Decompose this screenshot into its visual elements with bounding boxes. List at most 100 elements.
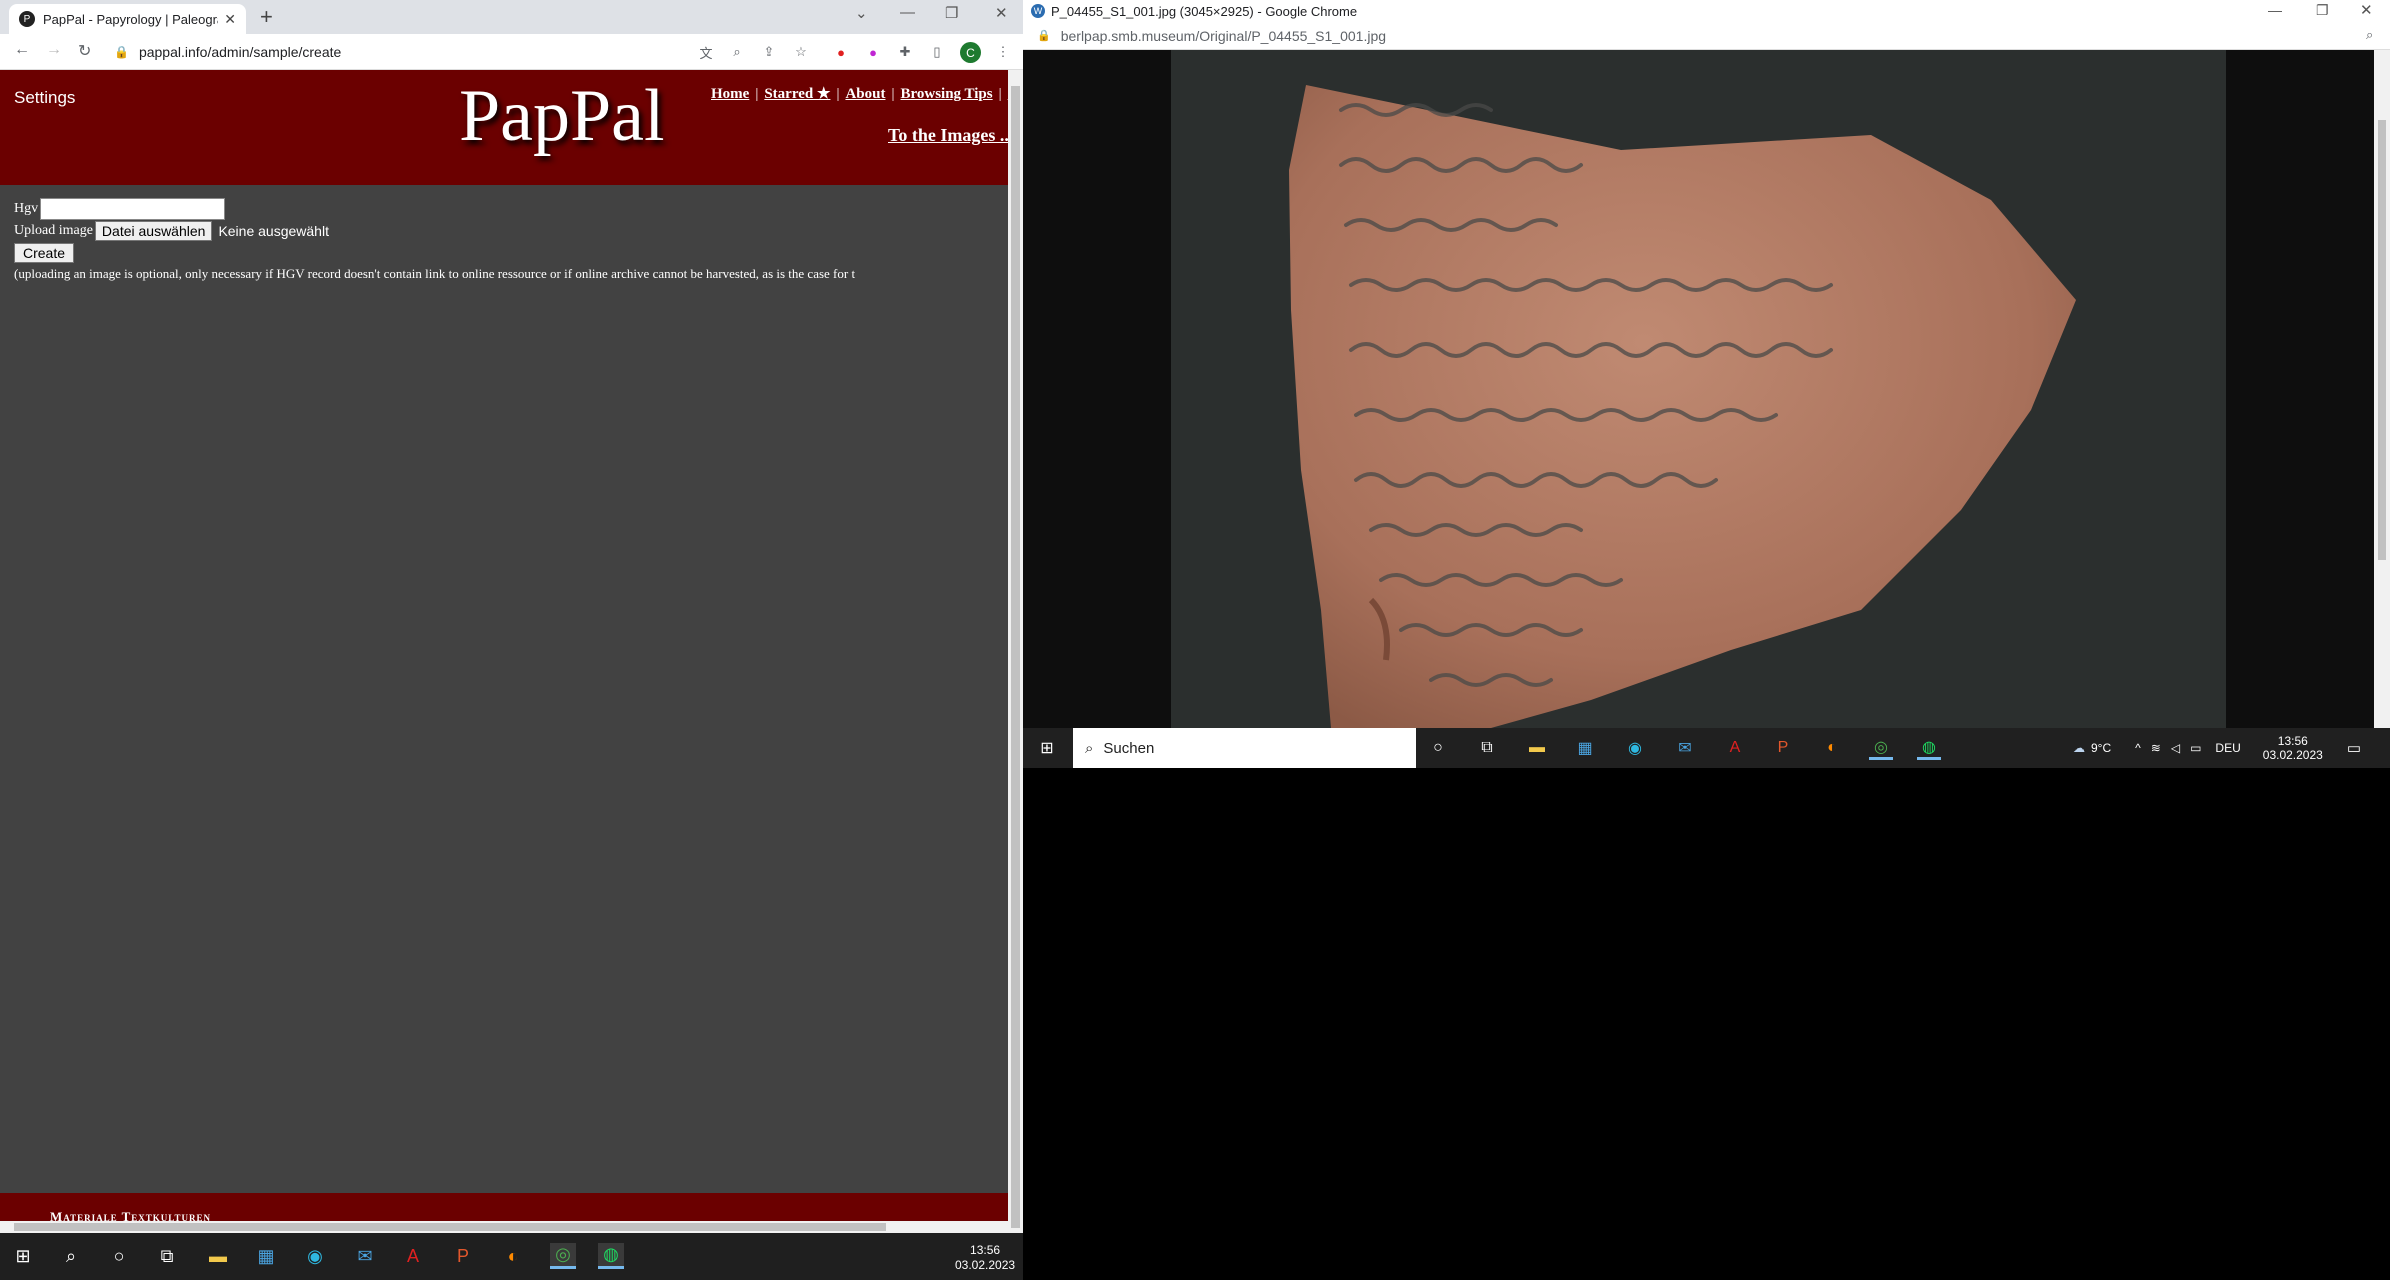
- close-tab-icon[interactable]: ✕: [224, 11, 236, 28]
- edge-icon[interactable]: ◉: [1623, 736, 1647, 760]
- choose-file-button[interactable]: Datei auswählen: [94, 221, 213, 241]
- windows-start-icon[interactable]: ⊞: [10, 1243, 36, 1269]
- task-view-icon[interactable]: ⧉: [154, 1243, 180, 1269]
- taskbar-time: 13:56: [970, 1243, 1001, 1257]
- nav-starred[interactable]: Starred ★: [764, 86, 830, 102]
- spotify-icon[interactable]: ◍: [1917, 736, 1941, 760]
- top-navigation: Home|Starred ★|About|Browsing Tips|C: [711, 84, 1018, 103]
- ostracon-svg: [1171, 50, 2226, 728]
- new-tab-icon[interactable]: +: [260, 4, 273, 30]
- mail-icon[interactable]: ✉: [1673, 736, 1697, 760]
- extensions-puzzle-icon[interactable]: ✚: [896, 43, 914, 61]
- secondary-taskbar: ⊞ ⌕ Suchen ○ ⧉ ▬ ▦ ◉ ✉ A P ◐ ◎ ◍ ☁ 9°C ^…: [1023, 728, 2390, 768]
- address-bar[interactable]: 🔒 pappal.info/admin/sample/create: [114, 39, 714, 65]
- tab-strip: P PapPal - Papyrology | Paleograph ✕ + ⌄…: [0, 0, 1023, 34]
- clock-time: 13:56: [2277, 734, 2308, 748]
- create-sample-form: Hgv Upload image Datei auswählen Keine a…: [14, 198, 855, 282]
- side-panel-icon[interactable]: ▯: [928, 43, 946, 61]
- main-taskbar: ⊞ ⌕ ○ ⧉ ▬ ▦ ◉ ✉ A P ◐ ◎ ◍ 13:56 03.02.20…: [0, 1233, 1023, 1280]
- vertical-scrollbar[interactable]: [1008, 70, 1023, 1233]
- acrobat-icon[interactable]: A: [400, 1243, 426, 1269]
- pappal-favicon-icon: P: [19, 11, 35, 27]
- search-icon[interactable]: ⌕: [58, 1243, 84, 1269]
- task-view-icon[interactable]: ⧉: [1475, 736, 1499, 760]
- restore-icon[interactable]: ❐: [2316, 2, 2329, 19]
- right-address-bar[interactable]: 🔒 berlpap.smb.museum/Original/P_04455_S1…: [1023, 22, 2390, 50]
- extension-red-icon[interactable]: ●: [832, 43, 850, 61]
- taskbar-date: 03.02.2023: [955, 1258, 1016, 1272]
- vertical-scroll-thumb[interactable]: [1011, 86, 1020, 1228]
- weather-temperature[interactable]: 9°C: [2091, 741, 2111, 755]
- minimize-icon[interactable]: —: [900, 4, 915, 21]
- minimize-icon[interactable]: —: [2268, 2, 2282, 18]
- to-the-images-link[interactable]: To the Images ...: [888, 125, 1013, 146]
- file-explorer-icon[interactable]: ▬: [1525, 736, 1549, 760]
- file-explorer-icon[interactable]: ▬: [205, 1243, 231, 1269]
- horizontal-scrollbar[interactable]: [0, 1221, 1008, 1233]
- create-button[interactable]: Create: [14, 243, 75, 263]
- system-tray: ☁ 9°C ^ ≋ ◁ ▭ DEU 13:56 03.02.2023 ▭: [2073, 728, 2361, 768]
- close-window-icon[interactable]: ✕: [2360, 1, 2373, 19]
- nav-about[interactable]: About: [845, 86, 885, 102]
- browser-toolbar: ← → ↻ 🔒 pappal.info/admin/sample/create …: [0, 34, 1023, 70]
- horizontal-scroll-thumb[interactable]: [14, 1223, 886, 1231]
- cortana-icon[interactable]: ○: [1426, 736, 1450, 760]
- translate-icon[interactable]: 文: [697, 43, 715, 61]
- right-browser-window: W P_04455_S1_001.jpg (3045×2925) - Googl…: [1023, 0, 2390, 728]
- mail-icon[interactable]: ✉: [352, 1243, 378, 1269]
- tab-search-icon[interactable]: ⌄: [855, 4, 868, 22]
- chrome-icon[interactable]: ◎: [1869, 736, 1893, 760]
- edge-icon[interactable]: ◉: [302, 1243, 328, 1269]
- tab-pappal[interactable]: P PapPal - Papyrology | Paleograph ✕: [9, 4, 246, 34]
- windows-start-icon[interactable]: ⊞: [1035, 736, 1059, 760]
- bookmark-star-icon[interactable]: ☆: [792, 43, 810, 61]
- site-logo[interactable]: PapPal: [459, 74, 665, 159]
- battery-icon[interactable]: ▭: [2190, 741, 2201, 755]
- clock[interactable]: 13:56 03.02.2023: [2263, 734, 2323, 762]
- address-text: pappal.info/admin/sample/create: [138, 44, 342, 60]
- forward-icon[interactable]: →: [46, 41, 62, 59]
- spotify-icon[interactable]: ◍: [598, 1243, 624, 1269]
- clock-date: 03.02.2023: [2262, 748, 2323, 762]
- search-placeholder: Suchen: [1103, 739, 1155, 757]
- reload-icon[interactable]: ↻: [78, 41, 91, 61]
- settings-link[interactable]: Settings: [14, 88, 75, 108]
- chrome-menu-icon[interactable]: ⋮: [994, 43, 1012, 61]
- ostracon-image[interactable]: [1171, 50, 2226, 728]
- upload-note: (uploading an image is optional, only ne…: [14, 266, 856, 281]
- tab-title: PapPal - Papyrology | Paleograph: [43, 11, 218, 27]
- close-window-icon[interactable]: ✕: [995, 4, 1008, 22]
- cortana-icon[interactable]: ○: [106, 1243, 132, 1269]
- store-icon[interactable]: ▦: [1573, 736, 1597, 760]
- chrome-icon[interactable]: ◎: [550, 1243, 576, 1269]
- powerpoint-icon[interactable]: P: [1771, 736, 1795, 760]
- taskbar-search-box[interactable]: ⌕ Suchen: [1073, 728, 1416, 768]
- language-indicator[interactable]: DEU: [2215, 741, 2240, 755]
- right-vertical-scrollbar[interactable]: [2374, 50, 2390, 728]
- powerpoint-icon[interactable]: P: [450, 1243, 476, 1269]
- back-icon[interactable]: ←: [14, 41, 30, 59]
- nav-browsing-tips[interactable]: Browsing Tips: [900, 86, 992, 102]
- tray-chevron-icon[interactable]: ^: [2135, 741, 2141, 755]
- share-icon[interactable]: ⇪: [760, 43, 778, 61]
- right-window-title: P_04455_S1_001.jpg (3045×2925) - Google …: [1051, 3, 1358, 19]
- zoom-icon[interactable]: ⌕: [728, 43, 746, 61]
- restore-icon[interactable]: ❐: [945, 4, 958, 22]
- left-browser-window: P PapPal - Papyrology | Paleograph ✕ + ⌄…: [0, 0, 1023, 1233]
- extension-purple-icon[interactable]: ●: [864, 43, 882, 61]
- firefox-icon[interactable]: ◐: [1820, 736, 1844, 760]
- hgv-input[interactable]: [40, 198, 226, 220]
- site-footer: Materiale Textkulturen: [0, 1193, 1008, 1224]
- notification-icon[interactable]: ▭: [2347, 739, 2361, 757]
- taskbar-clock[interactable]: 13:56 03.02.2023: [955, 1243, 1015, 1273]
- profile-avatar[interactable]: C: [960, 42, 981, 63]
- nav-home[interactable]: Home: [711, 86, 749, 102]
- network-icon[interactable]: ≋: [2151, 741, 2161, 755]
- firefox-icon[interactable]: ◐: [500, 1243, 526, 1269]
- right-scroll-thumb[interactable]: [2378, 120, 2386, 560]
- volume-icon[interactable]: ◁: [2171, 741, 2180, 755]
- store-icon[interactable]: ▦: [253, 1243, 279, 1269]
- weather-icon: ☁: [2073, 741, 2085, 755]
- acrobat-icon[interactable]: A: [1723, 736, 1747, 760]
- zoom-icon[interactable]: ⌕: [2366, 27, 2373, 43]
